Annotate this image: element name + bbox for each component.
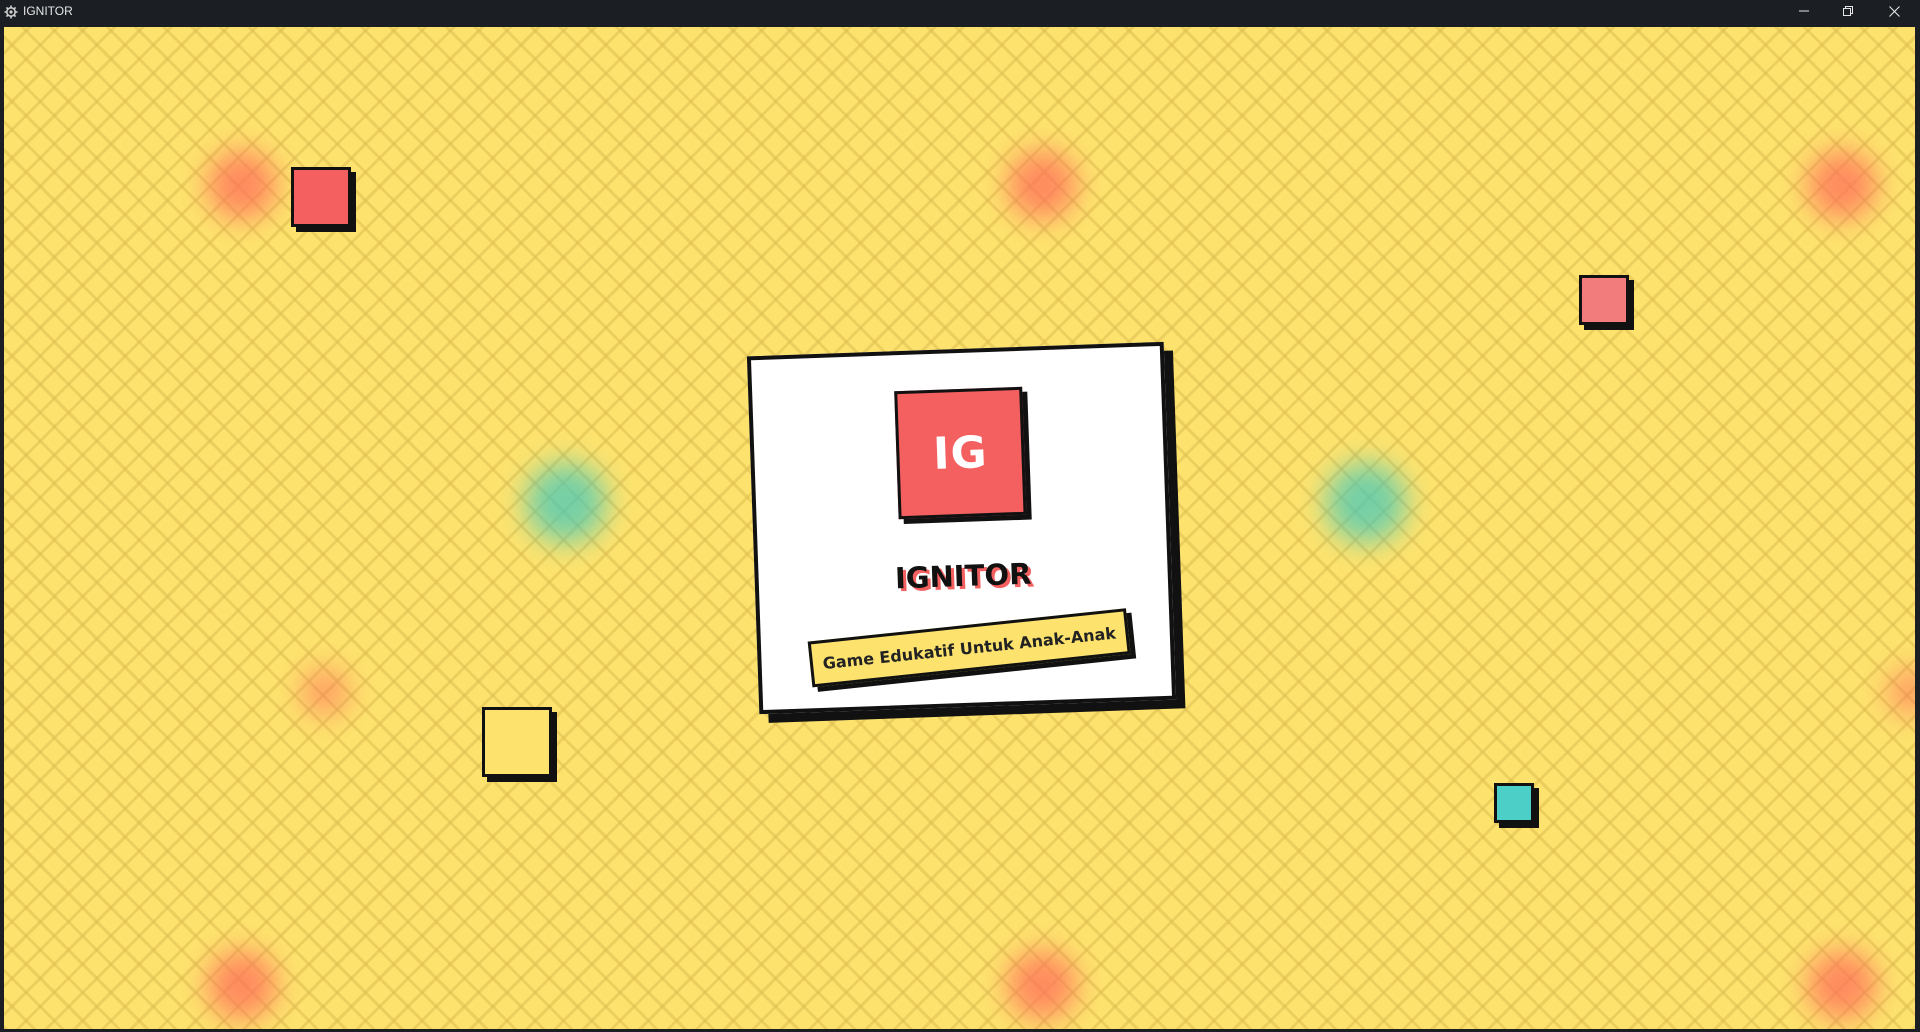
splash-card: IG IGNITOR Game Edukatif Untuk Anak-Anak — [746, 341, 1177, 715]
glow-dot — [1007, 950, 1077, 1020]
glow-dot — [1807, 950, 1877, 1020]
minimize-icon — [1799, 6, 1809, 16]
app-window: IGNITOR IG IGNITOR Game Edukatif Untuk A… — [0, 0, 1920, 1032]
logo-text: IG — [932, 426, 989, 480]
game-canvas[interactable]: IG IGNITOR Game Edukatif Untuk Anak-Anak — [4, 27, 1915, 1029]
tagline-text: Game Edukatif Untuk Anak-Anak — [821, 622, 1117, 673]
title-bar[interactable]: IGNITOR — [0, 0, 1920, 24]
app-logo: IG — [894, 386, 1027, 520]
minimize-button[interactable] — [1782, 0, 1826, 22]
floating-square — [482, 707, 552, 777]
glow-dot — [207, 150, 277, 220]
glow-dot — [526, 463, 606, 543]
glow-dot — [1886, 667, 1915, 717]
restore-button[interactable] — [1826, 0, 1870, 22]
glow-dot — [1007, 150, 1077, 220]
glow-dot — [207, 950, 277, 1020]
floating-square — [1494, 783, 1534, 823]
glow-dot — [300, 667, 350, 717]
close-icon — [1888, 5, 1900, 17]
app-title: IGNITOR — [894, 556, 1032, 596]
glow-dot — [1807, 150, 1877, 220]
tagline-banner: Game Edukatif Untuk Anak-Anak — [807, 608, 1131, 688]
gear-icon — [4, 4, 18, 19]
floating-square — [1579, 275, 1629, 325]
restore-icon — [1843, 6, 1853, 16]
glow-dot — [1326, 463, 1406, 543]
close-button[interactable] — [1872, 0, 1916, 22]
floating-square — [291, 167, 351, 227]
window-title: IGNITOR — [23, 4, 73, 18]
